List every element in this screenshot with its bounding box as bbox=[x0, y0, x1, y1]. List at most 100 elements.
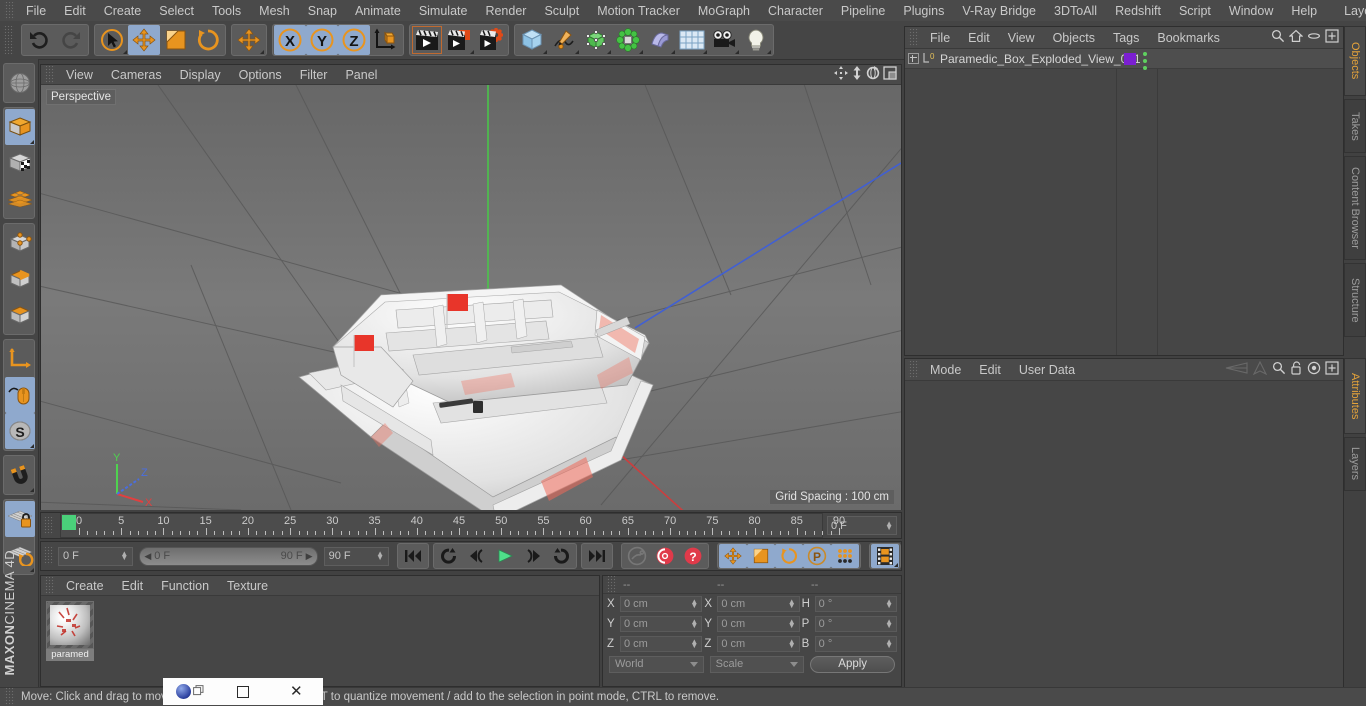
spinner-icon[interactable]: ▲ ▼ bbox=[690, 638, 698, 650]
add-spline-button[interactable] bbox=[548, 25, 580, 55]
back-arrow-icon[interactable] bbox=[1224, 361, 1248, 378]
taskbar-app-icon-group[interactable] bbox=[163, 684, 216, 699]
menu-item-window[interactable]: Window bbox=[1220, 1, 1282, 21]
lock-x-axis-button[interactable]: X bbox=[274, 25, 306, 55]
material-item[interactable]: paramed bbox=[46, 601, 94, 661]
scale-key-button[interactable] bbox=[747, 544, 775, 568]
app-icon[interactable] bbox=[175, 684, 191, 699]
magnet-tool-button[interactable] bbox=[5, 457, 35, 493]
status-gripper[interactable] bbox=[4, 688, 15, 706]
menu-item-render[interactable]: Render bbox=[476, 1, 535, 21]
end-frame-field[interactable]: 90 F ▲ ▼ bbox=[323, 546, 389, 566]
workplane-lock-button[interactable] bbox=[5, 501, 35, 537]
preview-range-slider[interactable]: ◀ 0 F 90 F ▶ bbox=[139, 546, 318, 566]
new-window-icon[interactable] bbox=[1325, 29, 1339, 46]
menu-item-bookmarks[interactable]: Bookmarks bbox=[1148, 28, 1229, 48]
menu-item-file[interactable]: File bbox=[921, 28, 959, 48]
menu-item-animate[interactable]: Animate bbox=[346, 1, 410, 21]
menu-item-function[interactable]: Function bbox=[152, 576, 218, 596]
rotation-p-field[interactable]: 0 ° ▲ ▼ bbox=[814, 616, 897, 632]
coordinate-system-dropdown[interactable]: World bbox=[609, 655, 704, 673]
viewport-3d[interactable]: Perspective Y X Z Grid Spacing : 100 cm bbox=[41, 85, 901, 510]
snap-button[interactable]: S bbox=[5, 413, 35, 449]
rotate-tool[interactable] bbox=[192, 25, 224, 55]
step-forward-button[interactable] bbox=[519, 544, 547, 568]
apply-button[interactable]: Apply bbox=[810, 655, 896, 673]
spinner-icon[interactable]: ▲ ▼ bbox=[885, 618, 893, 630]
object-tree[interactable]: 0 Paramedic_Box_Exploded_View_001 bbox=[905, 49, 1343, 355]
range-left-arrow-icon[interactable]: ◀ bbox=[144, 551, 151, 562]
enable-axis-modification-button[interactable] bbox=[5, 341, 35, 377]
spinner-icon[interactable]: ▲ ▼ bbox=[788, 638, 796, 650]
add-deformer-button[interactable] bbox=[644, 25, 676, 55]
menu-item-display[interactable]: Display bbox=[171, 65, 230, 85]
autokeying-button[interactable] bbox=[651, 544, 679, 568]
range-right-arrow-icon[interactable]: ▶ bbox=[306, 551, 313, 562]
object-manager-gripper[interactable] bbox=[908, 28, 919, 47]
menu-item-create[interactable]: Create bbox=[57, 576, 113, 596]
step-back-button[interactable] bbox=[463, 544, 491, 568]
menu-item-edit[interactable]: Edit bbox=[970, 360, 1010, 380]
viewport-solo-button[interactable] bbox=[5, 377, 35, 413]
coordinate-mode-dropdown[interactable]: Scale bbox=[709, 655, 805, 673]
coordinate-system-button[interactable] bbox=[370, 25, 402, 55]
render-to-picture-viewer-button[interactable] bbox=[443, 25, 475, 55]
parameter-key-button[interactable]: P bbox=[803, 544, 831, 568]
go-to-start-button[interactable] bbox=[399, 544, 427, 568]
viewport-gripper[interactable] bbox=[44, 65, 55, 84]
record-active-objects-button[interactable] bbox=[623, 544, 651, 568]
redo-button[interactable] bbox=[55, 25, 87, 55]
record-button[interactable]: ? bbox=[679, 544, 707, 568]
close-window-button[interactable]: ✕ bbox=[270, 684, 323, 699]
eye-icon[interactable] bbox=[1307, 29, 1321, 46]
menu-item-edit[interactable]: Edit bbox=[959, 28, 999, 48]
tab-takes[interactable]: Takes bbox=[1344, 99, 1366, 153]
undo-view-button[interactable] bbox=[5, 65, 35, 101]
menu-item-snap[interactable]: Snap bbox=[299, 1, 346, 21]
spinner-icon[interactable]: ▲ ▼ bbox=[885, 638, 893, 650]
menu-item-pipeline[interactable]: Pipeline bbox=[832, 1, 894, 21]
rotation-b-field[interactable]: 0 ° ▲ ▼ bbox=[814, 636, 897, 652]
home-icon[interactable] bbox=[1288, 29, 1304, 46]
menu-item-edit[interactable]: Edit bbox=[55, 1, 95, 21]
menu-item-character[interactable]: Character bbox=[759, 1, 832, 21]
pan-icon[interactable] bbox=[834, 66, 848, 83]
menu-gripper[interactable] bbox=[4, 1, 15, 20]
position-y-field[interactable]: 0 cm ▲ ▼ bbox=[620, 616, 703, 632]
lock-icon[interactable] bbox=[1290, 361, 1303, 378]
search-icon[interactable] bbox=[1271, 29, 1285, 46]
go-to-end-button[interactable] bbox=[583, 544, 611, 568]
expand-toggle-icon[interactable] bbox=[908, 53, 919, 64]
dolly-icon[interactable] bbox=[851, 66, 863, 83]
menu-item-create[interactable]: Create bbox=[95, 1, 151, 21]
timeline-ruler[interactable]: 0 5 10 15 20 25 30 35 40 45 50 55 60 65 70 75 80 85 90 bbox=[60, 513, 845, 538]
texture-mode-button[interactable] bbox=[5, 145, 35, 181]
material-gripper[interactable] bbox=[44, 576, 55, 595]
spinner-icon[interactable]: ▲ ▼ bbox=[690, 618, 698, 630]
transport-gripper[interactable] bbox=[43, 547, 54, 565]
polygon-grid-button[interactable] bbox=[5, 181, 35, 217]
spinner-icon[interactable]: ▲ ▼ bbox=[885, 598, 893, 610]
menu-item-simulate[interactable]: Simulate bbox=[410, 1, 477, 21]
scale-tool[interactable] bbox=[160, 25, 192, 55]
menu-item-texture[interactable]: Texture bbox=[218, 576, 277, 596]
maximize-window-button[interactable] bbox=[216, 685, 269, 698]
menu-item-redshift[interactable]: Redshift bbox=[1106, 1, 1170, 21]
live-selection-tool[interactable] bbox=[96, 25, 128, 55]
object-layer-color[interactable] bbox=[1124, 53, 1136, 65]
spinner-icon[interactable]: ▲ ▼ bbox=[376, 550, 384, 562]
spinner-icon[interactable]: ▲ ▼ bbox=[690, 598, 698, 610]
menu-item-script[interactable]: Script bbox=[1170, 1, 1220, 21]
menu-item-cameras[interactable]: Cameras bbox=[102, 65, 171, 85]
menu-item-file[interactable]: File bbox=[17, 1, 55, 21]
render-settings-button[interactable] bbox=[475, 25, 507, 55]
add-light-button[interactable] bbox=[740, 25, 772, 55]
tab-attributes[interactable]: Attributes bbox=[1344, 358, 1366, 434]
add-camera-button[interactable] bbox=[708, 25, 740, 55]
menu-item-tools[interactable]: Tools bbox=[203, 1, 250, 21]
object-row[interactable]: 0 Paramedic_Box_Exploded_View_001 bbox=[905, 49, 1343, 70]
tab-layers[interactable]: Layers bbox=[1344, 437, 1366, 491]
object-visibility-dots[interactable] bbox=[1143, 52, 1147, 70]
menu-item-tags[interactable]: Tags bbox=[1104, 28, 1148, 48]
polygons-mode-button[interactable] bbox=[5, 297, 35, 333]
